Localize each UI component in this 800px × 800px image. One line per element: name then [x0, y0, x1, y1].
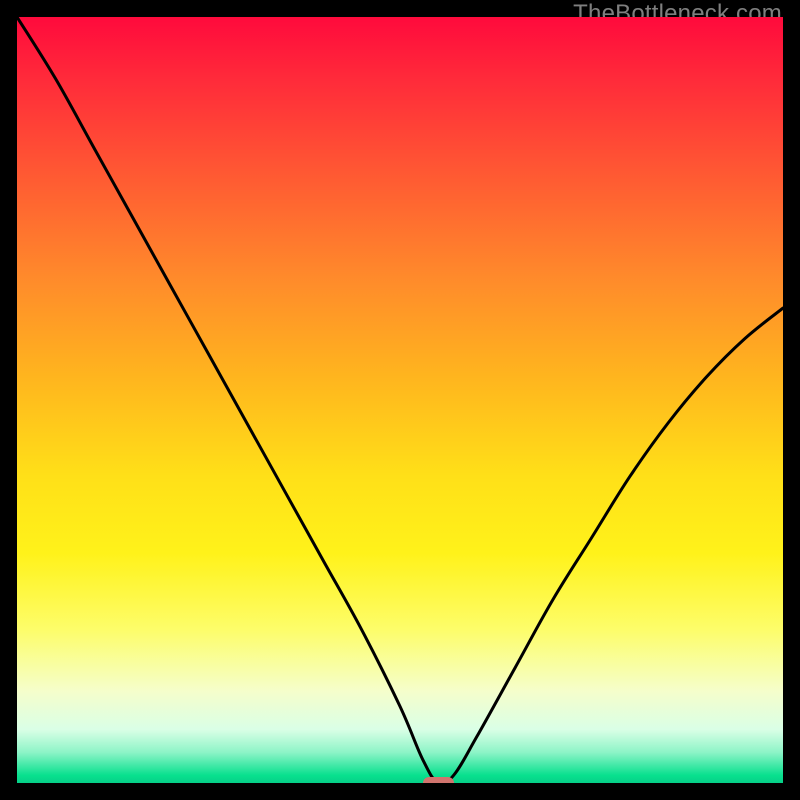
curve-svg [17, 17, 783, 783]
plot-area [17, 17, 783, 783]
bottleneck-curve-line [17, 17, 783, 783]
bottleneck-chart: TheBottleneck.com [0, 0, 800, 800]
optimal-marker [423, 777, 454, 783]
